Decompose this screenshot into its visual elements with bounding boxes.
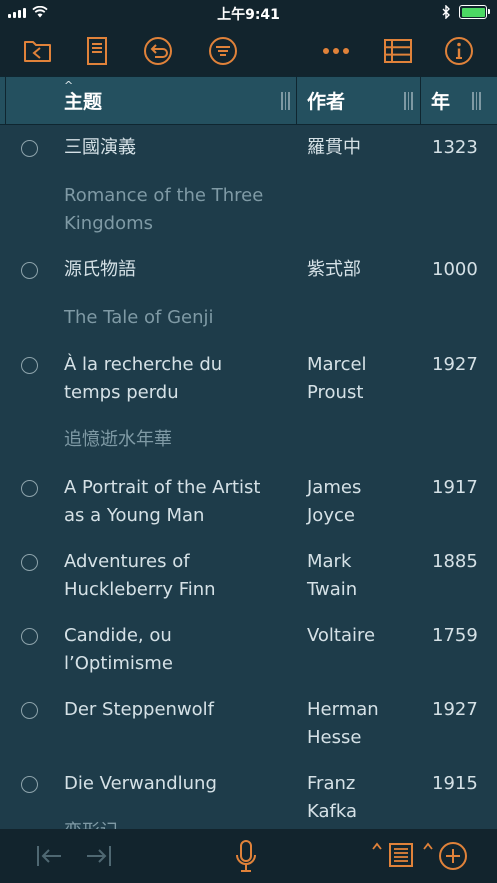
battery-icon xyxy=(459,5,490,19)
info-icon[interactable] xyxy=(443,35,475,67)
table-row[interactable]: Die Verwandlung Franz Kafka 1915 变形记 xyxy=(0,761,497,829)
row-select-radio[interactable] xyxy=(21,140,38,157)
row-author: Marcel Proust xyxy=(307,354,367,403)
row-title: Der Steppenwolf xyxy=(64,699,215,720)
row-author: James Joyce xyxy=(307,477,362,526)
row-year: 1759 xyxy=(432,625,478,646)
row-title: Candide, ou l’Optimisme xyxy=(64,625,173,674)
row-title: 三國演義 xyxy=(64,137,136,158)
column-resize-handle[interactable] xyxy=(404,92,413,110)
table-row[interactable]: 源氏物語 紫式部 1000 The Tale of Genji xyxy=(0,247,497,337)
row-year: 1915 xyxy=(432,773,478,794)
table-row[interactable]: 三國演義 羅貫中 1323 Romance of the Three Kingd… xyxy=(0,125,497,245)
column-header-author[interactable]: 作者 xyxy=(307,77,345,124)
table-row[interactable]: Adventures of Huckleberry Finn Mark Twai… xyxy=(0,539,497,611)
bottom-toolbar xyxy=(0,829,497,883)
row-select-radio[interactable] xyxy=(21,628,38,645)
table-row[interactable]: Candide, ou l’Optimisme Voltaire 1759 xyxy=(0,613,497,685)
row-select-radio[interactable] xyxy=(21,702,38,719)
table-row[interactable]: Der Steppenwolf Herman Hesse 1927 xyxy=(0,687,497,759)
row-select-radio[interactable] xyxy=(21,480,38,497)
status-bar: 上午9:41 xyxy=(0,0,497,26)
toolbar xyxy=(0,26,497,76)
row-title: A Portrait of the Artist as a Young Man xyxy=(64,477,261,526)
row-select-radio[interactable] xyxy=(21,262,38,279)
row-subtitle: 变形记 xyxy=(64,818,324,829)
row-select-radio[interactable] xyxy=(21,357,38,374)
book-list: 三國演義 羅貫中 1323 Romance of the Three Kingd… xyxy=(0,125,497,829)
add-record-icon[interactable] xyxy=(421,839,471,873)
column-header-year[interactable]: 年 xyxy=(431,77,450,124)
row-author: Mark Twain xyxy=(307,551,358,600)
bluetooth-icon xyxy=(442,5,450,19)
row-year: 1917 xyxy=(432,477,478,498)
row-title: Die Verwandlung xyxy=(64,773,217,794)
column-divider xyxy=(296,77,297,124)
row-year: 1927 xyxy=(432,699,478,720)
row-author: Herman Hesse xyxy=(307,699,379,748)
row-subtitle: 追憶逝水年華 xyxy=(64,429,172,450)
table-row[interactable]: À la recherche du temps perdu Marcel Pro… xyxy=(0,342,497,462)
row-title: À la recherche du temps perdu xyxy=(64,354,223,403)
grid-view-icon[interactable] xyxy=(382,35,414,67)
microphone-icon[interactable] xyxy=(232,839,260,875)
row-author: 紫式部 xyxy=(307,259,361,280)
row-year: 1000 xyxy=(432,259,478,280)
list-options-icon[interactable] xyxy=(370,839,416,871)
column-header-title[interactable]: 主题 xyxy=(64,77,102,124)
row-select-radio[interactable] xyxy=(21,776,38,793)
row-select-radio[interactable] xyxy=(21,554,38,571)
row-author: 羅貫中 xyxy=(307,137,361,158)
next-record-icon[interactable] xyxy=(84,842,114,870)
column-divider xyxy=(420,77,421,124)
more-icon[interactable] xyxy=(320,35,352,67)
row-author: Voltaire xyxy=(307,625,376,646)
row-year: 1927 xyxy=(432,354,478,375)
table-row[interactable]: A Portrait of the Artist as a Young Man … xyxy=(0,465,497,537)
status-time: 上午9:41 xyxy=(217,7,280,23)
column-header: ^ 主题 作者 年 xyxy=(0,76,497,125)
filter-icon[interactable] xyxy=(207,35,239,67)
row-year: 1323 xyxy=(432,137,478,158)
row-subtitle: Romance of the Three Kingdoms xyxy=(64,185,264,234)
status-right-group xyxy=(442,5,490,19)
undo-icon[interactable] xyxy=(142,35,174,67)
row-title: Adventures of Huckleberry Finn xyxy=(64,551,216,600)
header-left-border xyxy=(5,77,6,124)
document-icon[interactable] xyxy=(81,35,113,67)
row-title: 源氏物語 xyxy=(64,259,136,280)
row-year: 1885 xyxy=(432,551,478,572)
folder-back-icon[interactable] xyxy=(22,35,54,67)
column-resize-handle[interactable] xyxy=(281,92,290,110)
column-resize-handle[interactable] xyxy=(472,92,481,110)
previous-record-icon[interactable] xyxy=(34,842,64,870)
row-subtitle: The Tale of Genji xyxy=(64,307,214,328)
